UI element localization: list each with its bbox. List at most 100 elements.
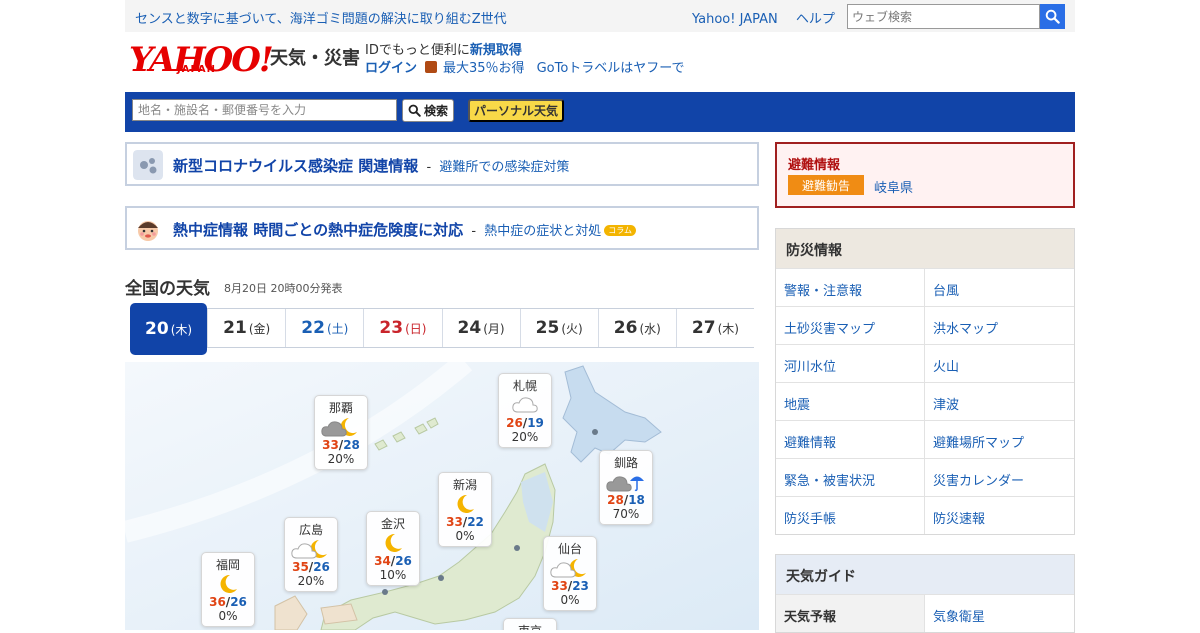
evacuation-alert: 避難情報 避難勧告 岐阜県: [775, 142, 1075, 208]
yahoo-logo[interactable]: YAHOO! JAPAN: [129, 40, 274, 80]
tab-day-23[interactable]: 23 (日): [363, 309, 441, 347]
day-of-week: (日): [405, 321, 427, 336]
location-search-input[interactable]: [132, 99, 397, 121]
high-temp: 33: [446, 515, 463, 529]
virus-icon: [133, 150, 163, 180]
link-forecast[interactable]: 天気予報: [776, 594, 925, 632]
link-evacuation-info[interactable]: 避難情報: [776, 420, 925, 458]
top-strip: センスと数字に基づいて、海洋ゴミ問題の解決に取り組むZ世代 Yahoo! JAP…: [125, 0, 1075, 32]
tab-day-21[interactable]: 21 (金): [207, 309, 285, 347]
city-card-fukuoka[interactable]: 福岡 36/26 0%: [201, 552, 255, 627]
link-river-level[interactable]: 河川水位: [776, 344, 925, 382]
panel-title: 防災情報: [776, 229, 1074, 268]
city-card-sendai[interactable]: 仙台 33/23 0%: [543, 536, 597, 611]
web-search-input[interactable]: [847, 4, 1040, 29]
separator: -: [471, 224, 477, 239]
location-search-bar: 検索 パーソナル天気: [125, 92, 1075, 132]
shelter-infection-link[interactable]: 避難所での感染症対策: [439, 160, 569, 175]
low-temp: 26: [230, 595, 247, 609]
news-headline-link[interactable]: センスと数字に基づいて、海洋ゴミ問題の解決に取り組むZ世代: [135, 8, 507, 27]
low-temp: 19: [527, 416, 544, 430]
moon-icon: [202, 573, 254, 595]
tab-day-24[interactable]: 24 (月): [441, 309, 520, 347]
logo-subtext: JAPAN: [177, 64, 216, 75]
day-number: 22: [301, 318, 325, 338]
cloud-moon-icon: [285, 538, 337, 560]
discount-link[interactable]: 最大35％お得: [443, 61, 525, 76]
heatstroke-notice-text: 熱中症情報 時間ごとの熱中症危険度に対応 - 熱中症の症状と対処 コラム: [173, 219, 637, 240]
city-card-naha[interactable]: 那覇 33/28 20%: [314, 395, 368, 470]
day-number: 26: [613, 318, 638, 338]
city-card-kushiro[interactable]: 釧路 28/18 70%: [599, 450, 653, 525]
link-volcano[interactable]: 火山: [925, 344, 1074, 382]
web-search-button[interactable]: [1040, 4, 1065, 29]
japan-weather-map[interactable]: 札幌 26/19 20% 那覇 33/28 20% 釧路 28/18 70% 新…: [125, 362, 759, 630]
personal-weather-button[interactable]: パーソナル天気: [468, 99, 564, 122]
issued-time: 8月20日 20時00分発表: [224, 282, 343, 295]
covid-info-link[interactable]: 新型コロナウイルス感染症 関連情報: [173, 157, 418, 175]
link-tsunami[interactable]: 津波: [925, 382, 1074, 420]
city-name: 東京: [504, 622, 556, 630]
tab-day-22[interactable]: 22 (土): [285, 309, 363, 347]
tab-day-25[interactable]: 25 (火): [519, 309, 598, 347]
city-card-hiroshima[interactable]: 広島 35/26 20%: [284, 517, 338, 592]
tab-day-26[interactable]: 26 (水): [597, 309, 676, 347]
national-weather-title: 全国の天気: [125, 279, 210, 299]
link-typhoon[interactable]: 台風: [925, 268, 1074, 306]
heatstroke-face-icon: [138, 221, 158, 241]
cloud-umbrella-icon: [600, 471, 652, 493]
day-of-week: (水): [639, 321, 661, 336]
high-temp: 33: [322, 438, 339, 452]
weather-guide-panel: 天気ガイド 天気予報 気象衛星: [775, 554, 1075, 633]
cloud-moon-icon: [315, 416, 367, 438]
link-disaster-handbook[interactable]: 防災手帳: [776, 496, 925, 534]
alert-area-link[interactable]: 岐阜県: [874, 177, 913, 196]
search-icon: [408, 104, 421, 117]
goto-travel-link[interactable]: GoToトラベルはヤフーで: [537, 61, 685, 76]
link-disaster-alerts[interactable]: 防災速報: [925, 496, 1074, 534]
tab-day-20[interactable]: 20 (木): [130, 303, 208, 355]
tab-day-27[interactable]: 27 (木): [675, 309, 754, 347]
search-icon: [1045, 9, 1060, 24]
rain-chance: 0%: [560, 593, 580, 607]
heatstroke-symptoms-link[interactable]: 熱中症の症状と対処: [484, 224, 601, 239]
rain-chance: 20%: [511, 430, 539, 444]
heatstroke-info-link[interactable]: 熱中症情報 時間ごとの熱中症危険度に対応: [173, 221, 463, 239]
high-temp: 35: [292, 560, 309, 574]
search-label: 検索: [423, 104, 448, 118]
city-card-tokyo[interactable]: 東京: [503, 618, 557, 630]
day-number: 23: [379, 318, 404, 338]
location-search-button[interactable]: 検索: [402, 99, 454, 122]
service-title[interactable]: 天気・災害: [270, 44, 360, 70]
suitcase-icon: [425, 61, 438, 73]
signup-link[interactable]: 新規取得: [470, 43, 522, 58]
day-of-week: (金): [248, 321, 271, 336]
city-card-kanazawa[interactable]: 金沢 34/26 10%: [366, 511, 420, 586]
rain-chance: 0%: [218, 609, 238, 623]
rain-chance: 20%: [327, 452, 355, 466]
covid-notice: 新型コロナウイルス感染症 関連情報 - 避難所での感染症対策: [125, 142, 759, 186]
city-card-sapporo[interactable]: 札幌 26/19 20%: [498, 373, 552, 448]
link-shelter-map[interactable]: 避難場所マップ: [925, 420, 1074, 458]
help-link[interactable]: ヘルプ: [796, 12, 835, 27]
link-satellite[interactable]: 気象衛星: [925, 594, 1074, 632]
city-name: 新潟: [452, 478, 477, 492]
link-warnings[interactable]: 警報・注意報: [776, 268, 925, 306]
high-temp: 33: [551, 579, 568, 593]
day-number: 20: [145, 319, 169, 339]
yahoo-japan-link[interactable]: Yahoo! JAPAN: [692, 12, 778, 27]
link-landslide-map[interactable]: 土砂災害マップ: [776, 306, 925, 344]
cloud-icon: [499, 394, 551, 416]
link-earthquake[interactable]: 地震: [776, 382, 925, 420]
link-flood-map[interactable]: 洪水マップ: [925, 306, 1074, 344]
city-name: 広島: [298, 523, 323, 537]
day-number: 27: [691, 318, 716, 338]
login-link[interactable]: ログイン: [365, 61, 417, 76]
day-number: 21: [223, 318, 247, 338]
link-damage-status[interactable]: 緊急・被害状況: [776, 458, 925, 496]
separator: -: [426, 160, 432, 175]
link-disaster-calendar[interactable]: 災害カレンダー: [925, 458, 1074, 496]
city-card-niigata[interactable]: 新潟 33/22 0%: [438, 472, 492, 547]
top-links: Yahoo! JAPAN ヘルプ: [692, 8, 849, 27]
city-name: 仙台: [557, 542, 582, 556]
